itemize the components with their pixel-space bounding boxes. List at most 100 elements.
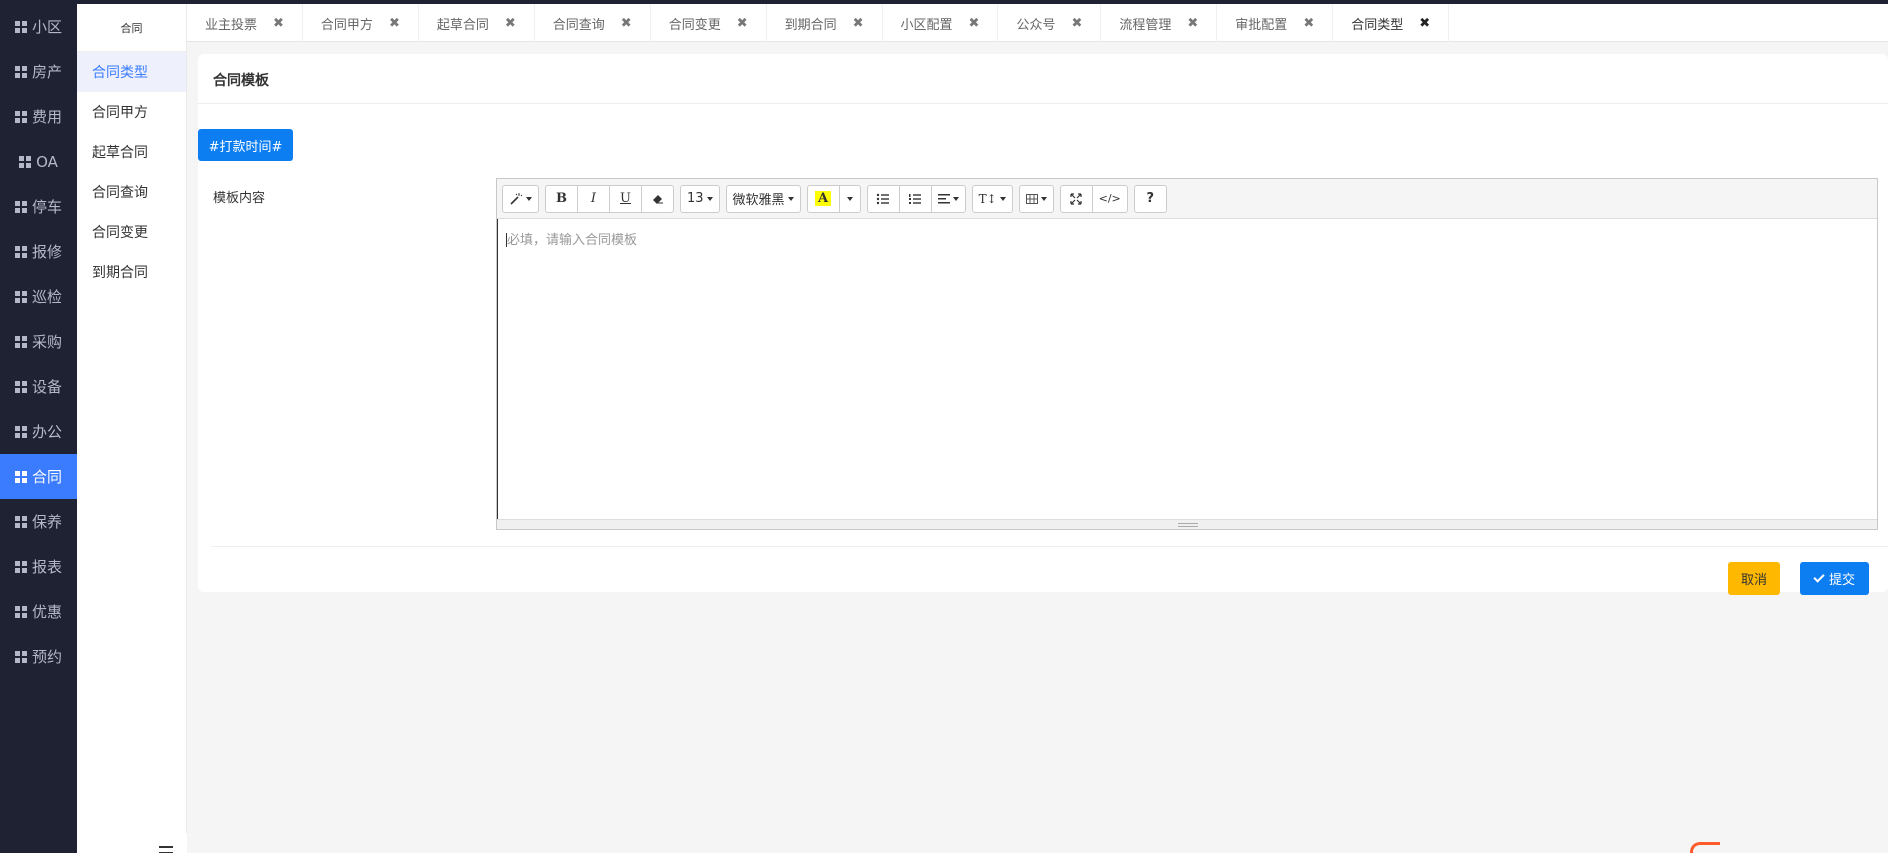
nav-item-label: 设备 (31, 378, 62, 396)
nav-item-purchase[interactable]: 采购 (0, 319, 77, 364)
nav-item-label: 办公 (31, 423, 62, 441)
tab-party-a[interactable]: 合同甲方 ✖ (303, 4, 419, 42)
chevron-down-icon (846, 196, 853, 201)
nav-item-property[interactable]: 房产 (0, 49, 77, 94)
close-icon[interactable]: ✖ (737, 16, 748, 31)
nav-item-label: 房产 (31, 63, 62, 81)
sub-nav-item-change[interactable]: 合同变更 (77, 212, 186, 252)
code-view-button[interactable]: </> (1091, 184, 1128, 213)
line-height-dropdown[interactable]: T↕ (971, 184, 1013, 213)
close-icon[interactable]: ✖ (853, 16, 864, 31)
nav-item-office[interactable]: 办公 (0, 409, 77, 454)
grid-icon (14, 65, 27, 78)
nav-item-community[interactable]: 小区 (0, 4, 77, 49)
sub-nav-footer (77, 833, 187, 853)
underline-button[interactable]: U (609, 184, 642, 213)
line-height-icon: T↕ (978, 191, 997, 206)
tab-label: 流程管理 (1119, 17, 1172, 33)
tab-approval-config[interactable]: 审批配置 ✖ (1217, 4, 1334, 42)
ordered-list-button[interactable] (898, 184, 932, 213)
nav-item-label: 合同 (31, 468, 62, 486)
sub-nav-item-draft[interactable]: 起草合同 (77, 132, 186, 172)
tab-contract-type[interactable]: 合同类型 ✖ (1333, 4, 1450, 42)
nav-item-equipment[interactable]: 设备 (0, 364, 77, 409)
code-icon: </> (1098, 192, 1121, 205)
nav-item-maintenance[interactable]: 保养 (0, 499, 77, 544)
sub-nav-item-query[interactable]: 合同查询 (77, 172, 186, 212)
tab-label: 小区配置 (900, 17, 953, 33)
cancel-button[interactable]: 取消 (1728, 562, 1780, 595)
close-icon[interactable]: ✖ (969, 16, 980, 31)
tab-owner-vote[interactable]: 业主投票 ✖ (187, 4, 303, 42)
help-button[interactable]: ? (1133, 184, 1167, 213)
close-icon[interactable]: ✖ (1187, 16, 1198, 31)
close-icon[interactable]: ✖ (1303, 16, 1314, 31)
clear-format-button[interactable] (641, 184, 674, 213)
paragraph-align-dropdown[interactable] (930, 184, 966, 213)
table-dropdown[interactable] (1018, 184, 1054, 213)
corner-widget[interactable] (1690, 842, 1888, 853)
text-color-dropdown[interactable] (838, 184, 861, 213)
table-icon (1025, 193, 1038, 204)
color-a-icon: A (815, 191, 832, 206)
tab-draft[interactable]: 起草合同 ✖ (419, 4, 535, 42)
tab-workflow[interactable]: 流程管理 ✖ (1101, 4, 1218, 42)
nav-item-booking[interactable]: 预约 (0, 634, 77, 679)
bullet-list-icon (876, 193, 890, 204)
card-title: 合同模板 (213, 73, 269, 89)
nav-item-label: 优惠 (31, 603, 62, 621)
close-icon[interactable]: ✖ (1419, 16, 1430, 31)
nav-item-oa[interactable]: OA (0, 139, 77, 184)
floating-widget-icon (1690, 842, 1720, 853)
sub-nav: 合同 合同类型 合同甲方 起草合同 合同查询 合同变更 到期合同 (77, 4, 187, 833)
tab-label: 起草合同 (436, 17, 489, 33)
sub-nav-item-expired[interactable]: 到期合同 (77, 252, 186, 292)
nav-item-label: 费用 (31, 108, 62, 126)
nav-item-reports[interactable]: 报表 (0, 544, 77, 589)
template-content-input[interactable]: 必填，请输入合同模板 (497, 219, 1877, 519)
nav-item-fees[interactable]: 费用 (0, 94, 77, 139)
close-icon[interactable]: ✖ (273, 16, 284, 31)
nav-item-repair[interactable]: 报修 (0, 229, 77, 274)
nav-item-label: 采购 (31, 333, 62, 351)
resize-grip-icon (1178, 523, 1198, 527)
editor-placeholder: 必填，请输入合同模板 (507, 233, 638, 248)
italic-button[interactable]: I (577, 184, 610, 213)
nav-item-parking[interactable]: 停车 (0, 184, 77, 229)
close-icon[interactable]: ✖ (1071, 16, 1082, 31)
divider (198, 103, 1888, 104)
editor-toolbar: B I U 13 微软雅黑 A T↕ </> ? (497, 179, 1877, 219)
fullscreen-button[interactable] (1059, 184, 1093, 213)
tab-change[interactable]: 合同变更 ✖ (651, 4, 767, 42)
sub-nav-item-party-a[interactable]: 合同甲方 (77, 92, 186, 132)
nav-item-inspection[interactable]: 巡检 (0, 274, 77, 319)
grid-icon (14, 245, 27, 258)
close-icon[interactable]: ✖ (389, 16, 400, 31)
menu-icon[interactable] (159, 846, 173, 853)
font-family-dropdown[interactable]: 微软雅黑 (725, 184, 801, 213)
nav-item-contract[interactable]: 合同 (0, 454, 77, 499)
tab-expired[interactable]: 到期合同 ✖ (767, 4, 883, 42)
close-icon[interactable]: ✖ (621, 16, 632, 31)
grid-icon (14, 200, 27, 213)
tab-official-account[interactable]: 公众号 ✖ (998, 4, 1102, 42)
tab-community-config[interactable]: 小区配置 ✖ (883, 4, 999, 42)
nav-item-discount[interactable]: 优惠 (0, 589, 77, 634)
tab-query[interactable]: 合同查询 ✖ (535, 4, 651, 42)
font-size-dropdown[interactable]: 13 (680, 184, 720, 213)
editor-resize-bar[interactable] (497, 519, 1877, 529)
nav-item-label: 报表 (31, 558, 62, 576)
bold-button[interactable]: B (545, 184, 578, 213)
bold-icon: B (556, 191, 567, 206)
style-magic-wand-button[interactable] (502, 184, 539, 213)
tab-label: 合同甲方 (320, 17, 373, 33)
eraser-icon (652, 194, 663, 203)
submit-button[interactable]: 提交 (1800, 562, 1869, 595)
unordered-list-button[interactable] (866, 184, 900, 213)
sub-nav-item-contract-type[interactable]: 合同类型 (77, 52, 186, 92)
nav-item-label: OA (36, 152, 58, 171)
font-size-value: 13 (687, 191, 704, 206)
text-color-button[interactable]: A (806, 184, 840, 213)
insert-payment-time-button[interactable]: #打款时间# (198, 129, 293, 161)
close-icon[interactable]: ✖ (505, 16, 516, 31)
